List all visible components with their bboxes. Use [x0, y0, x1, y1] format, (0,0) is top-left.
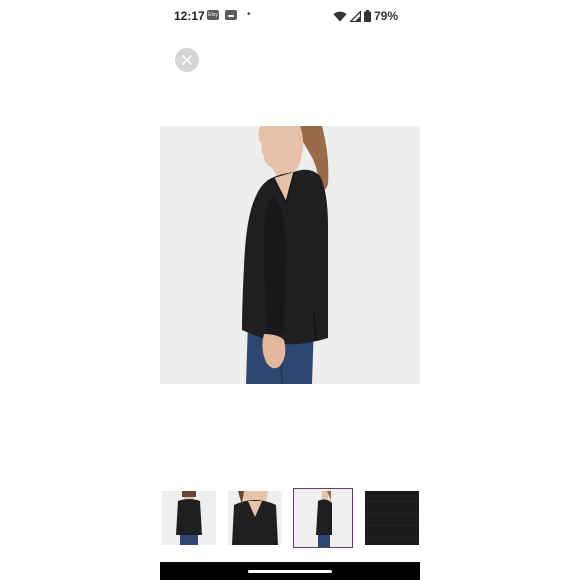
status-indicators: 79% [333, 9, 398, 23]
home-gesture-handle[interactable] [248, 570, 332, 573]
thumbnail-strip [160, 488, 420, 548]
battery-icon [363, 10, 371, 22]
thumbnail-4[interactable] [365, 491, 419, 545]
close-button[interactable] [175, 48, 199, 72]
thumbnail-1-photo [162, 491, 216, 545]
etsy-notification-icon: Etsy [207, 10, 219, 20]
thumbnail-4-photo [365, 491, 419, 545]
product-main-image[interactable] [160, 126, 420, 384]
status-time: 12:17 [174, 9, 205, 23]
status-bar: 12:17 Etsy • 79% [160, 0, 420, 32]
etsy-notification-label: Etsy [208, 12, 218, 18]
battery-percent: 79% [373, 9, 398, 23]
wifi-icon [333, 11, 347, 21]
phone-screen: 12:17 Etsy • 79% [160, 0, 420, 580]
thumbnail-2[interactable] [228, 491, 282, 545]
thumbnail-3-photo [294, 489, 352, 547]
more-notifications-dot: • [247, 9, 251, 20]
thumbnail-2-photo [228, 491, 282, 545]
product-photo [160, 126, 420, 384]
signal-icon [349, 10, 361, 22]
thumbnail-3[interactable] [293, 488, 353, 548]
close-icon [182, 55, 192, 65]
system-navigation-bar [160, 562, 420, 580]
tray-notification-icon [225, 10, 237, 20]
thumbnail-1[interactable] [162, 491, 216, 545]
